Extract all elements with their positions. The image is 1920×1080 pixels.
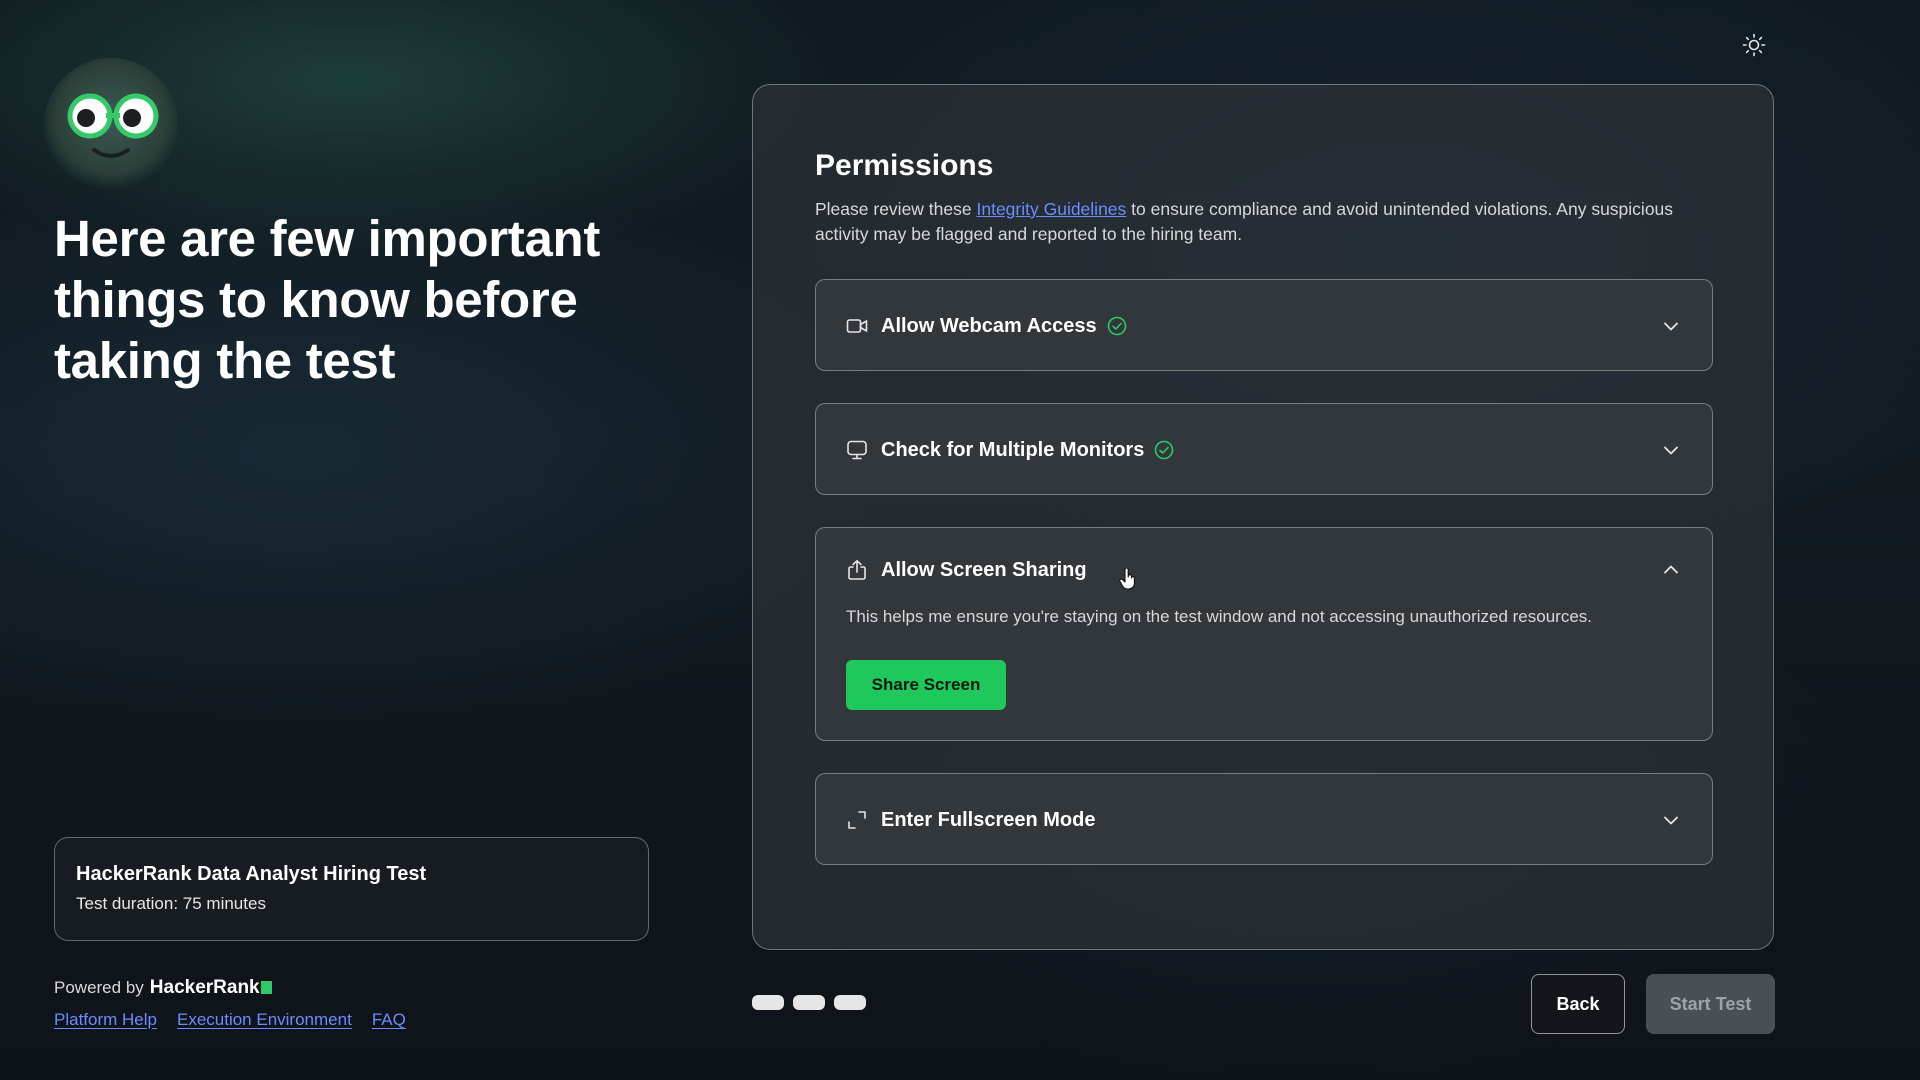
hand-cursor-icon [1119,567,1137,590]
permissions-panel: Permissions Please review these Integrit… [752,84,1774,950]
page-headline: Here are few important things to know be… [54,210,601,389]
accordion-fullscreen-header[interactable]: Enter Fullscreen Mode [846,774,1682,866]
step-dot [752,995,784,1010]
test-name: HackerRank Data Analyst Hiring Test [76,863,427,885]
permissions-title: Permissions [815,149,994,182]
monitor-icon [846,439,868,461]
accordion-webcam[interactable]: Allow Webcam Access [815,279,1713,371]
mascot-logo [44,58,178,192]
step-indicator [752,995,866,1010]
test-duration: Test duration: 75 minutes [76,894,266,913]
brand-square-icon [260,981,272,995]
powered-by-label: Powered by [54,978,144,997]
mascot-face-icon [67,93,159,158]
fullscreen-icon [846,809,868,831]
desc-before: Please review these [815,199,977,219]
accordion-screen-sharing-header[interactable]: Allow Screen Sharing [846,524,1682,616]
accordion-monitors-header[interactable]: Check for Multiple Monitors [846,404,1682,496]
screen-sharing-description: This helps me ensure you're staying on t… [846,607,1592,626]
faq-link[interactable]: FAQ [372,1010,406,1030]
execution-environment-link[interactable]: Execution Environment [177,1010,352,1030]
sun-icon [1742,33,1766,57]
start-test-button[interactable]: Start Test [1646,974,1775,1034]
step-dot [793,995,825,1010]
accordion-screen-sharing-title: Allow Screen Sharing [881,558,1087,581]
check-circle-icon [1107,316,1127,336]
webcam-icon [846,315,868,337]
chevron-down-icon[interactable] [1660,439,1682,461]
accordion-monitors-title: Check for Multiple Monitors [881,438,1145,461]
accordion-monitors[interactable]: Check for Multiple Monitors [815,403,1713,495]
test-info-card: HackerRank Data Analyst Hiring Test Test… [54,837,649,941]
step-dot [834,995,866,1010]
permissions-description: Please review these Integrity Guidelines… [815,197,1695,247]
powered-by: Powered by HackerRank [54,977,272,999]
brand-text: HackerRank [149,977,260,998]
check-circle-icon [1154,440,1174,460]
theme-toggle-button[interactable] [1741,32,1767,58]
share-icon [846,559,868,581]
accordion-fullscreen-title: Enter Fullscreen Mode [881,808,1096,831]
brand-name: HackerRank [150,977,272,999]
accordion-webcam-header[interactable]: Allow Webcam Access [846,280,1682,372]
platform-help-link[interactable]: Platform Help [54,1010,157,1030]
chevron-up-icon[interactable] [1660,559,1682,581]
footer-links: Platform Help Execution Environment FAQ [54,1010,406,1030]
accordion-screen-sharing[interactable]: Allow Screen Sharing This helps me ensur… [815,527,1713,741]
accordion-webcam-title: Allow Webcam Access [881,314,1097,337]
share-screen-button[interactable]: Share Screen [846,660,1006,710]
integrity-guidelines-link[interactable]: Integrity Guidelines [976,199,1126,219]
back-button[interactable]: Back [1531,974,1625,1034]
accordion-fullscreen[interactable]: Enter Fullscreen Mode [815,773,1713,865]
chevron-down-icon[interactable] [1660,315,1682,337]
chevron-down-icon[interactable] [1660,809,1682,831]
